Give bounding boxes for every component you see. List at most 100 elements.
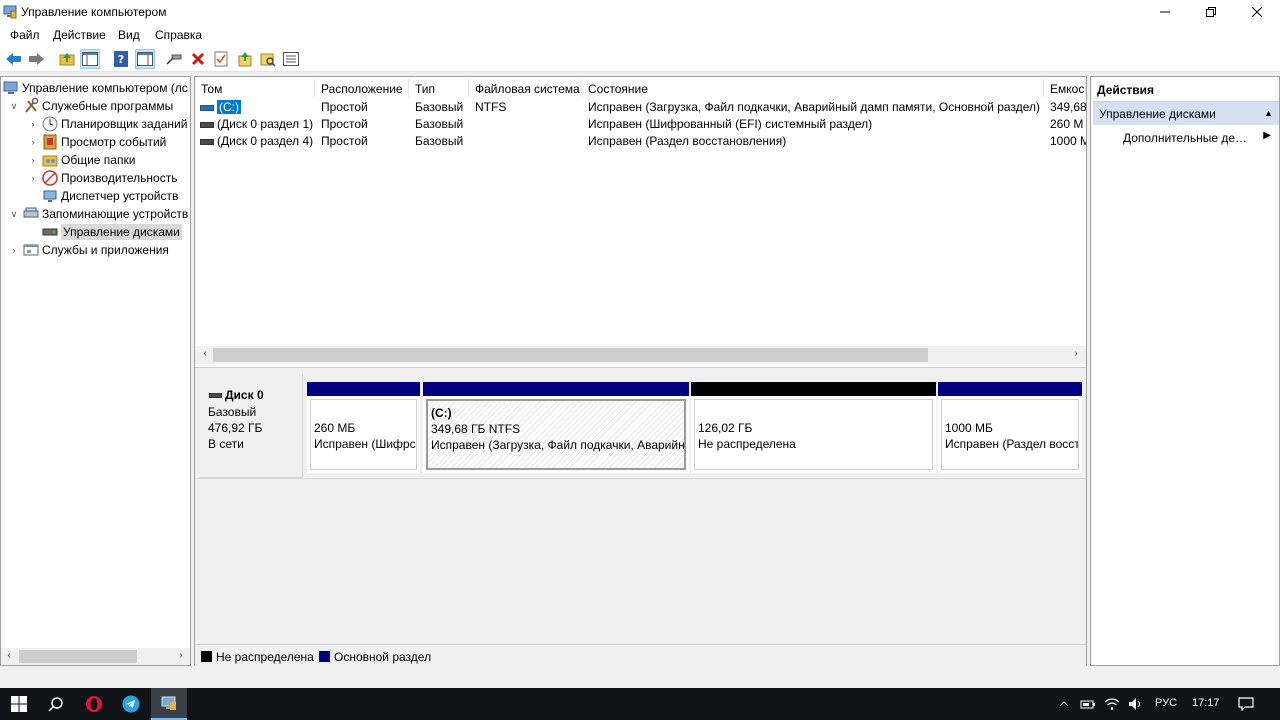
tree-hscrollbar[interactable]: ‹ ›	[1, 648, 190, 665]
partition-label	[314, 404, 413, 420]
column-header-filesystem[interactable]: Файловая система	[469, 79, 582, 97]
tree-item-task-scheduler[interactable]: › Планировщик заданий	[28, 115, 187, 133]
folder-up-button[interactable]	[235, 49, 255, 69]
volume-tray-button[interactable]	[1126, 688, 1146, 720]
menu-file[interactable]: Файл	[10, 28, 40, 42]
computer-management-icon	[3, 80, 19, 96]
battery-tray-button[interactable]	[1078, 688, 1098, 720]
scroll-left-icon[interactable]: ‹	[1, 650, 17, 661]
legend-primary-swatch	[319, 651, 330, 662]
tree-item-label: Общие папки	[61, 153, 136, 167]
clock-time[interactable]: 17:17	[1192, 697, 1220, 709]
opera-button[interactable]	[76, 688, 112, 720]
telegram-button[interactable]	[113, 688, 149, 720]
help-button[interactable]: ?	[111, 49, 131, 69]
tree-item-storage[interactable]: ∨ Запоминающие устройств	[9, 205, 189, 223]
close-icon	[1252, 7, 1262, 17]
show-hidden-icons-button[interactable]	[1054, 688, 1074, 720]
restore-button[interactable]	[1188, 0, 1234, 24]
tree-item-shared-folders[interactable]: › Общие папки	[28, 151, 136, 169]
search-folder-icon	[260, 53, 276, 67]
connect-button[interactable]	[164, 49, 184, 69]
chevron-down-icon[interactable]: ∨	[9, 209, 19, 220]
column-header-volume[interactable]: Том	[195, 79, 315, 97]
window-title: Управление компьютером	[21, 5, 167, 19]
chevron-right-icon[interactable]: ›	[28, 155, 38, 165]
telegram-icon	[122, 695, 140, 713]
search-folder-button[interactable]	[258, 49, 278, 69]
chevron-right-icon[interactable]: ›	[28, 119, 38, 129]
scroll-right-icon[interactable]: ›	[1068, 348, 1084, 359]
chevron-down-icon[interactable]: ∨	[9, 101, 19, 112]
show-hide-tree-button[interactable]	[80, 49, 100, 69]
show-action-pane-button[interactable]	[135, 49, 155, 69]
partition-size: 1000 МБ	[945, 421, 993, 435]
table-row[interactable]: (C:) Простой Базовый NTFS Исправен (Загр…	[195, 98, 1086, 115]
column-header-capacity[interactable]: Емкос	[1044, 79, 1086, 97]
up-folder-button[interactable]	[57, 49, 77, 69]
disk-management-icon	[42, 224, 58, 240]
collapse-up-icon[interactable]: ▲	[1264, 108, 1273, 118]
scroll-thumb[interactable]	[213, 348, 928, 362]
partition-bar	[307, 382, 420, 396]
search-button[interactable]	[38, 688, 74, 720]
chevron-right-icon[interactable]: ›	[9, 245, 19, 255]
more-actions[interactable]: Дополнительные действия	[1123, 131, 1253, 145]
computer-management-taskbar-button[interactable]	[151, 688, 187, 720]
forward-button[interactable]	[26, 49, 46, 69]
volume-list-hscrollbar[interactable]: ‹ ›	[195, 346, 1086, 364]
column-header-status[interactable]: Состояние	[582, 79, 1044, 97]
wifi-tray-button[interactable]	[1102, 688, 1122, 720]
start-button[interactable]	[0, 688, 38, 720]
minimize-button[interactable]	[1142, 0, 1188, 24]
table-row[interactable]: (Диск 0 раздел 1) Простой Базовый Исправ…	[195, 115, 1086, 132]
partition-efi[interactable]: 260 МБ Исправен (Шифрс	[307, 382, 420, 473]
partition-recovery[interactable]: 1000 МБ Исправен (Раздел восст	[938, 382, 1082, 473]
pane-splitter[interactable]	[195, 367, 1086, 371]
tree-item-performance[interactable]: › Производительность	[28, 169, 177, 187]
menu-bar: Файл Действие Вид Справка	[0, 24, 1280, 46]
properties-icon	[137, 52, 153, 66]
volume-type: Базовый	[415, 134, 464, 148]
tree-item-device-manager[interactable]: Диспетчер устройств	[42, 187, 178, 205]
partition-size: 260 МБ	[314, 421, 356, 435]
notification-center-button[interactable]	[1232, 688, 1260, 720]
delete-button[interactable]	[188, 49, 208, 69]
tree-item-event-viewer[interactable]: › Просмотр событий	[28, 133, 166, 151]
volume-fs: NTFS	[475, 100, 507, 114]
close-button[interactable]	[1234, 0, 1280, 24]
opera-icon	[86, 696, 102, 712]
check-button[interactable]	[211, 49, 231, 69]
partition-size: 349,68 ГБ NTFS	[431, 422, 521, 436]
tree-item-label: Диспетчер устройств	[61, 189, 179, 203]
clock-icon	[42, 116, 58, 132]
table-row[interactable]: (Диск 0 раздел 4) Простой Базовый Исправ…	[195, 132, 1086, 149]
input-language[interactable]: РУС	[1155, 697, 1177, 709]
back-button[interactable]	[4, 49, 24, 69]
scroll-right-icon[interactable]: ›	[173, 650, 189, 661]
menu-view[interactable]: Вид	[118, 28, 140, 42]
menu-action[interactable]: Действие	[53, 28, 106, 42]
disk-info[interactable]: Диск 0 Базовый 476,92 ГБ В сети	[199, 374, 303, 478]
partition-unallocated[interactable]: 126,02 ГБ Не распределена	[691, 382, 936, 473]
status-bar	[0, 666, 1280, 688]
scroll-left-icon[interactable]: ‹	[197, 348, 213, 359]
tree-item-computer-management[interactable]: Управление компьютером (лс	[3, 79, 188, 97]
tree-item-disk-management[interactable]: Управление дисками	[42, 223, 182, 241]
partition-c[interactable]: (C:) 349,68 ГБ NTFS Исправен (Загрузка, …	[423, 382, 689, 473]
submenu-arrow-icon[interactable]: ▶	[1263, 130, 1271, 141]
tree-item-system-tools[interactable]: ∨ Служебные программы	[9, 97, 173, 115]
tree-item-services-apps[interactable]: › Службы и приложения	[9, 241, 169, 259]
actions-section-disk-management[interactable]: Управление дисками ▲	[1093, 101, 1279, 125]
chevron-right-icon[interactable]: ›	[28, 173, 38, 183]
chevron-right-icon[interactable]: ›	[28, 137, 38, 147]
menu-help[interactable]: Справка	[155, 28, 202, 42]
actions-pane: Действия Управление дисками ▲ Дополнител…	[1090, 76, 1280, 666]
tree-item-label: Управление дисками	[61, 224, 182, 240]
list-button[interactable]	[281, 49, 301, 69]
restore-icon	[1206, 7, 1216, 17]
column-header-type[interactable]: Тип	[409, 79, 469, 97]
scroll-thumb[interactable]	[19, 650, 137, 663]
connect-icon	[166, 54, 182, 65]
column-header-layout[interactable]: Расположение	[315, 79, 409, 97]
